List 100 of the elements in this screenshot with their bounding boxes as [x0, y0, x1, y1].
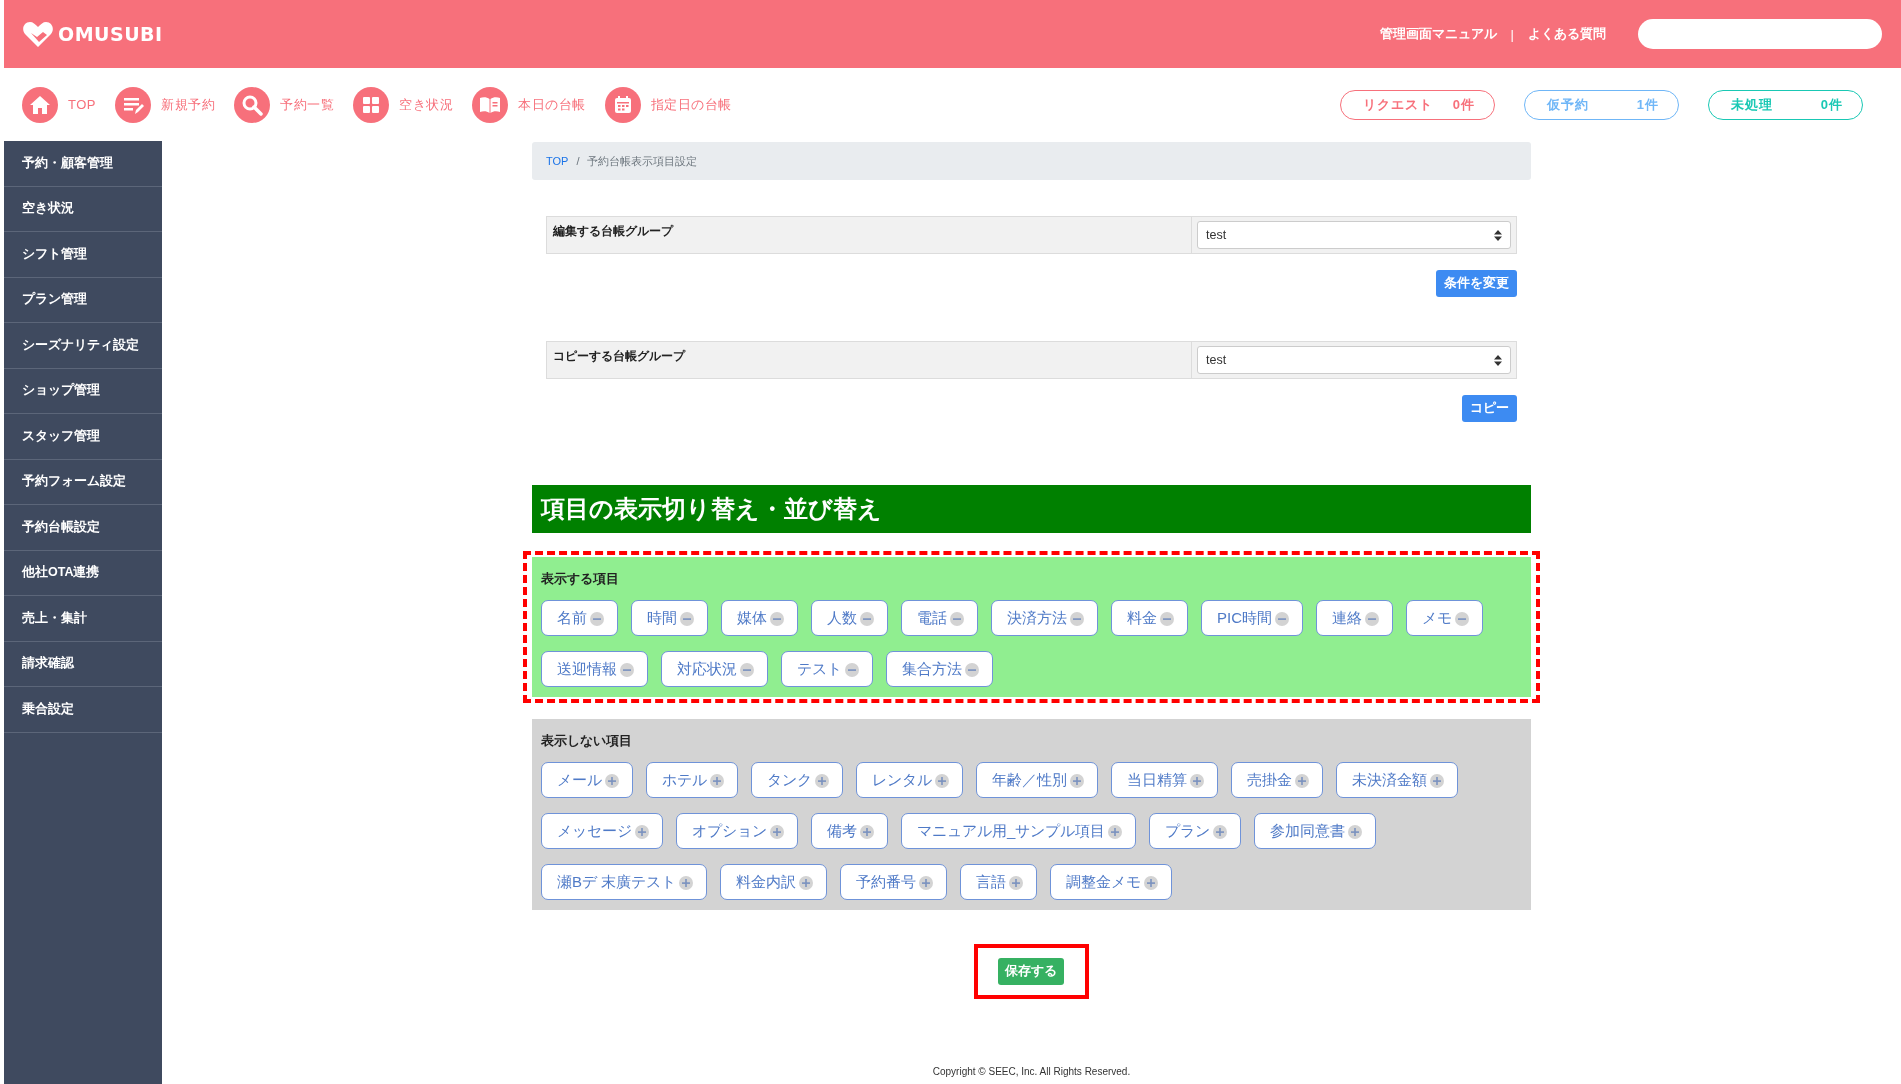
action-button[interactable]: コピー — [1462, 395, 1517, 422]
item-chip[interactable]: 備考 — [811, 813, 888, 849]
sidebar-item[interactable]: 他社OTA連携 — [4, 550, 162, 596]
plus-icon — [1430, 774, 1444, 788]
minus-icon — [680, 612, 694, 626]
nav-link[interactable]: 空き状況 — [353, 86, 453, 123]
minus-icon — [590, 612, 604, 626]
nav-link[interactable]: 新規予約 — [115, 86, 215, 123]
item-chip[interactable]: 名前 — [541, 600, 618, 636]
item-chip[interactable]: テスト — [781, 651, 873, 687]
plus-icon — [815, 774, 829, 788]
breadcrumb-link[interactable]: TOP — [546, 155, 569, 167]
item-chip[interactable]: 人数 — [811, 600, 888, 636]
item-chip[interactable]: プラン — [1149, 813, 1242, 849]
item-chip[interactable]: PIC時間 — [1201, 600, 1303, 636]
breadcrumb-current: 予約台帳表示項目設定 — [587, 153, 698, 169]
item-chip[interactable]: 当日精算 — [1111, 762, 1218, 798]
item-chip[interactable]: 電話 — [901, 600, 978, 636]
sidebar-item[interactable]: プラン管理 — [4, 277, 162, 323]
nav-link[interactable]: 指定日の台帳 — [604, 86, 732, 123]
plus-icon — [770, 825, 784, 839]
item-chip[interactable]: 決済方法 — [991, 600, 1098, 636]
minus-icon — [1070, 612, 1084, 626]
plus-icon — [1108, 825, 1123, 839]
search-field[interactable] — [1638, 19, 1882, 49]
minus-icon — [1275, 612, 1289, 626]
item-chip[interactable]: メール — [541, 762, 633, 798]
plus-icon — [1144, 876, 1159, 890]
sidebar-item[interactable]: シーズナリティ設定 — [4, 323, 162, 369]
select-field[interactable]: test — [1197, 346, 1511, 374]
item-chip[interactable]: 料金 — [1111, 600, 1188, 636]
form-label: 編集する台帳グループ — [551, 223, 675, 240]
save-button[interactable]: 保存する — [998, 958, 1064, 985]
item-chip[interactable]: 予約番号 — [840, 864, 948, 900]
minus-icon — [965, 663, 979, 677]
item-chip[interactable]: 調整金メモ — [1050, 864, 1173, 900]
status-count: 0件 — [1452, 95, 1475, 114]
sidebar-item[interactable]: 請求確認 — [4, 641, 162, 687]
item-chip[interactable]: 媒体 — [721, 600, 798, 636]
plus-icon — [679, 876, 694, 890]
item-chip[interactable]: 瀬Bデ 末廣テスト — [541, 864, 708, 900]
minus-icon — [770, 612, 784, 626]
plus-icon — [1213, 825, 1228, 839]
plus-icon — [860, 825, 874, 839]
plus-icon — [1070, 774, 1084, 788]
item-chip[interactable]: オプション — [676, 813, 798, 849]
separator: | — [1510, 26, 1514, 42]
nav-link[interactable]: TOP — [22, 86, 96, 123]
select-field[interactable]: test — [1197, 221, 1511, 249]
item-chip[interactable]: ホテル — [646, 762, 738, 798]
item-chip[interactable]: 連絡 — [1316, 600, 1393, 636]
item-chip[interactable]: 対応状況 — [661, 651, 768, 687]
item-chip[interactable]: メモ — [1406, 600, 1483, 636]
minus-icon — [950, 612, 964, 626]
item-chip[interactable]: 時間 — [631, 600, 708, 636]
item-chip[interactable]: マニュアル用_サンプル項目 — [901, 813, 1137, 849]
sidebar-item[interactable]: シフト管理 — [4, 232, 162, 278]
status-count: 0件 — [1820, 95, 1843, 114]
calendar-icon — [604, 86, 641, 123]
plus-icon — [1009, 876, 1024, 890]
sidebar-item[interactable]: 予約台帳設定 — [4, 505, 162, 551]
header-link[interactable]: よくある質問 — [1528, 25, 1606, 43]
form-label: コピーする台帳グループ — [552, 348, 687, 365]
item-chip[interactable]: 料金内訳 — [720, 864, 828, 900]
breadcrumb-separator: / — [576, 155, 580, 167]
section-heading: 項目の表示切り替え・並び替え — [532, 485, 1531, 533]
nav-link[interactable]: 予約一覧 — [234, 86, 334, 123]
minus-icon — [845, 663, 859, 677]
item-chip[interactable]: タンク — [751, 762, 843, 798]
sidebar-item[interactable]: 予約フォーム設定 — [4, 459, 162, 505]
panel-title: 表示する項目 — [541, 570, 620, 588]
nav-link[interactable]: 本日の台帳 — [472, 86, 586, 123]
plus-icon — [635, 825, 649, 839]
plus-icon — [710, 774, 724, 788]
item-chip[interactable]: 未決済金額 — [1336, 762, 1458, 798]
item-chip[interactable]: 送迎情報 — [541, 651, 648, 687]
grid-icon — [353, 86, 389, 123]
item-chip[interactable]: 集合方法 — [886, 651, 993, 687]
item-chip[interactable]: 参加同意書 — [1254, 813, 1377, 849]
status-label: リクエスト — [1363, 95, 1433, 114]
item-chip[interactable]: レンタル — [856, 762, 963, 798]
action-button[interactable]: 条件を変更 — [1436, 270, 1517, 297]
sidebar-item[interactable]: 予約・顧客管理 — [4, 141, 162, 187]
sidebar-item[interactable]: 売上・集計 — [4, 596, 162, 642]
sidebar-item[interactable]: スタッフ管理 — [4, 414, 162, 460]
item-chip[interactable]: 年齢／性別 — [976, 762, 1098, 798]
item-chip[interactable]: メッセージ — [541, 813, 663, 849]
sidebar-item[interactable]: 乗合設定 — [4, 687, 162, 733]
item-chip[interactable]: 言語 — [960, 864, 1038, 900]
item-chip[interactable]: 売掛金 — [1231, 762, 1323, 798]
sidebar-item[interactable]: ショップ管理 — [4, 368, 162, 414]
list-pencil-icon — [115, 86, 151, 123]
header-link[interactable]: 管理画面マニュアル — [1379, 25, 1497, 43]
logo-text: OMUSUBI — [58, 23, 163, 45]
updown-arrows-icon — [1494, 354, 1502, 366]
sidebar-item[interactable]: 空き状況 — [4, 186, 162, 232]
plus-icon — [935, 774, 949, 788]
search-icon — [234, 86, 270, 123]
plus-icon — [799, 876, 814, 890]
minus-icon — [620, 663, 634, 677]
